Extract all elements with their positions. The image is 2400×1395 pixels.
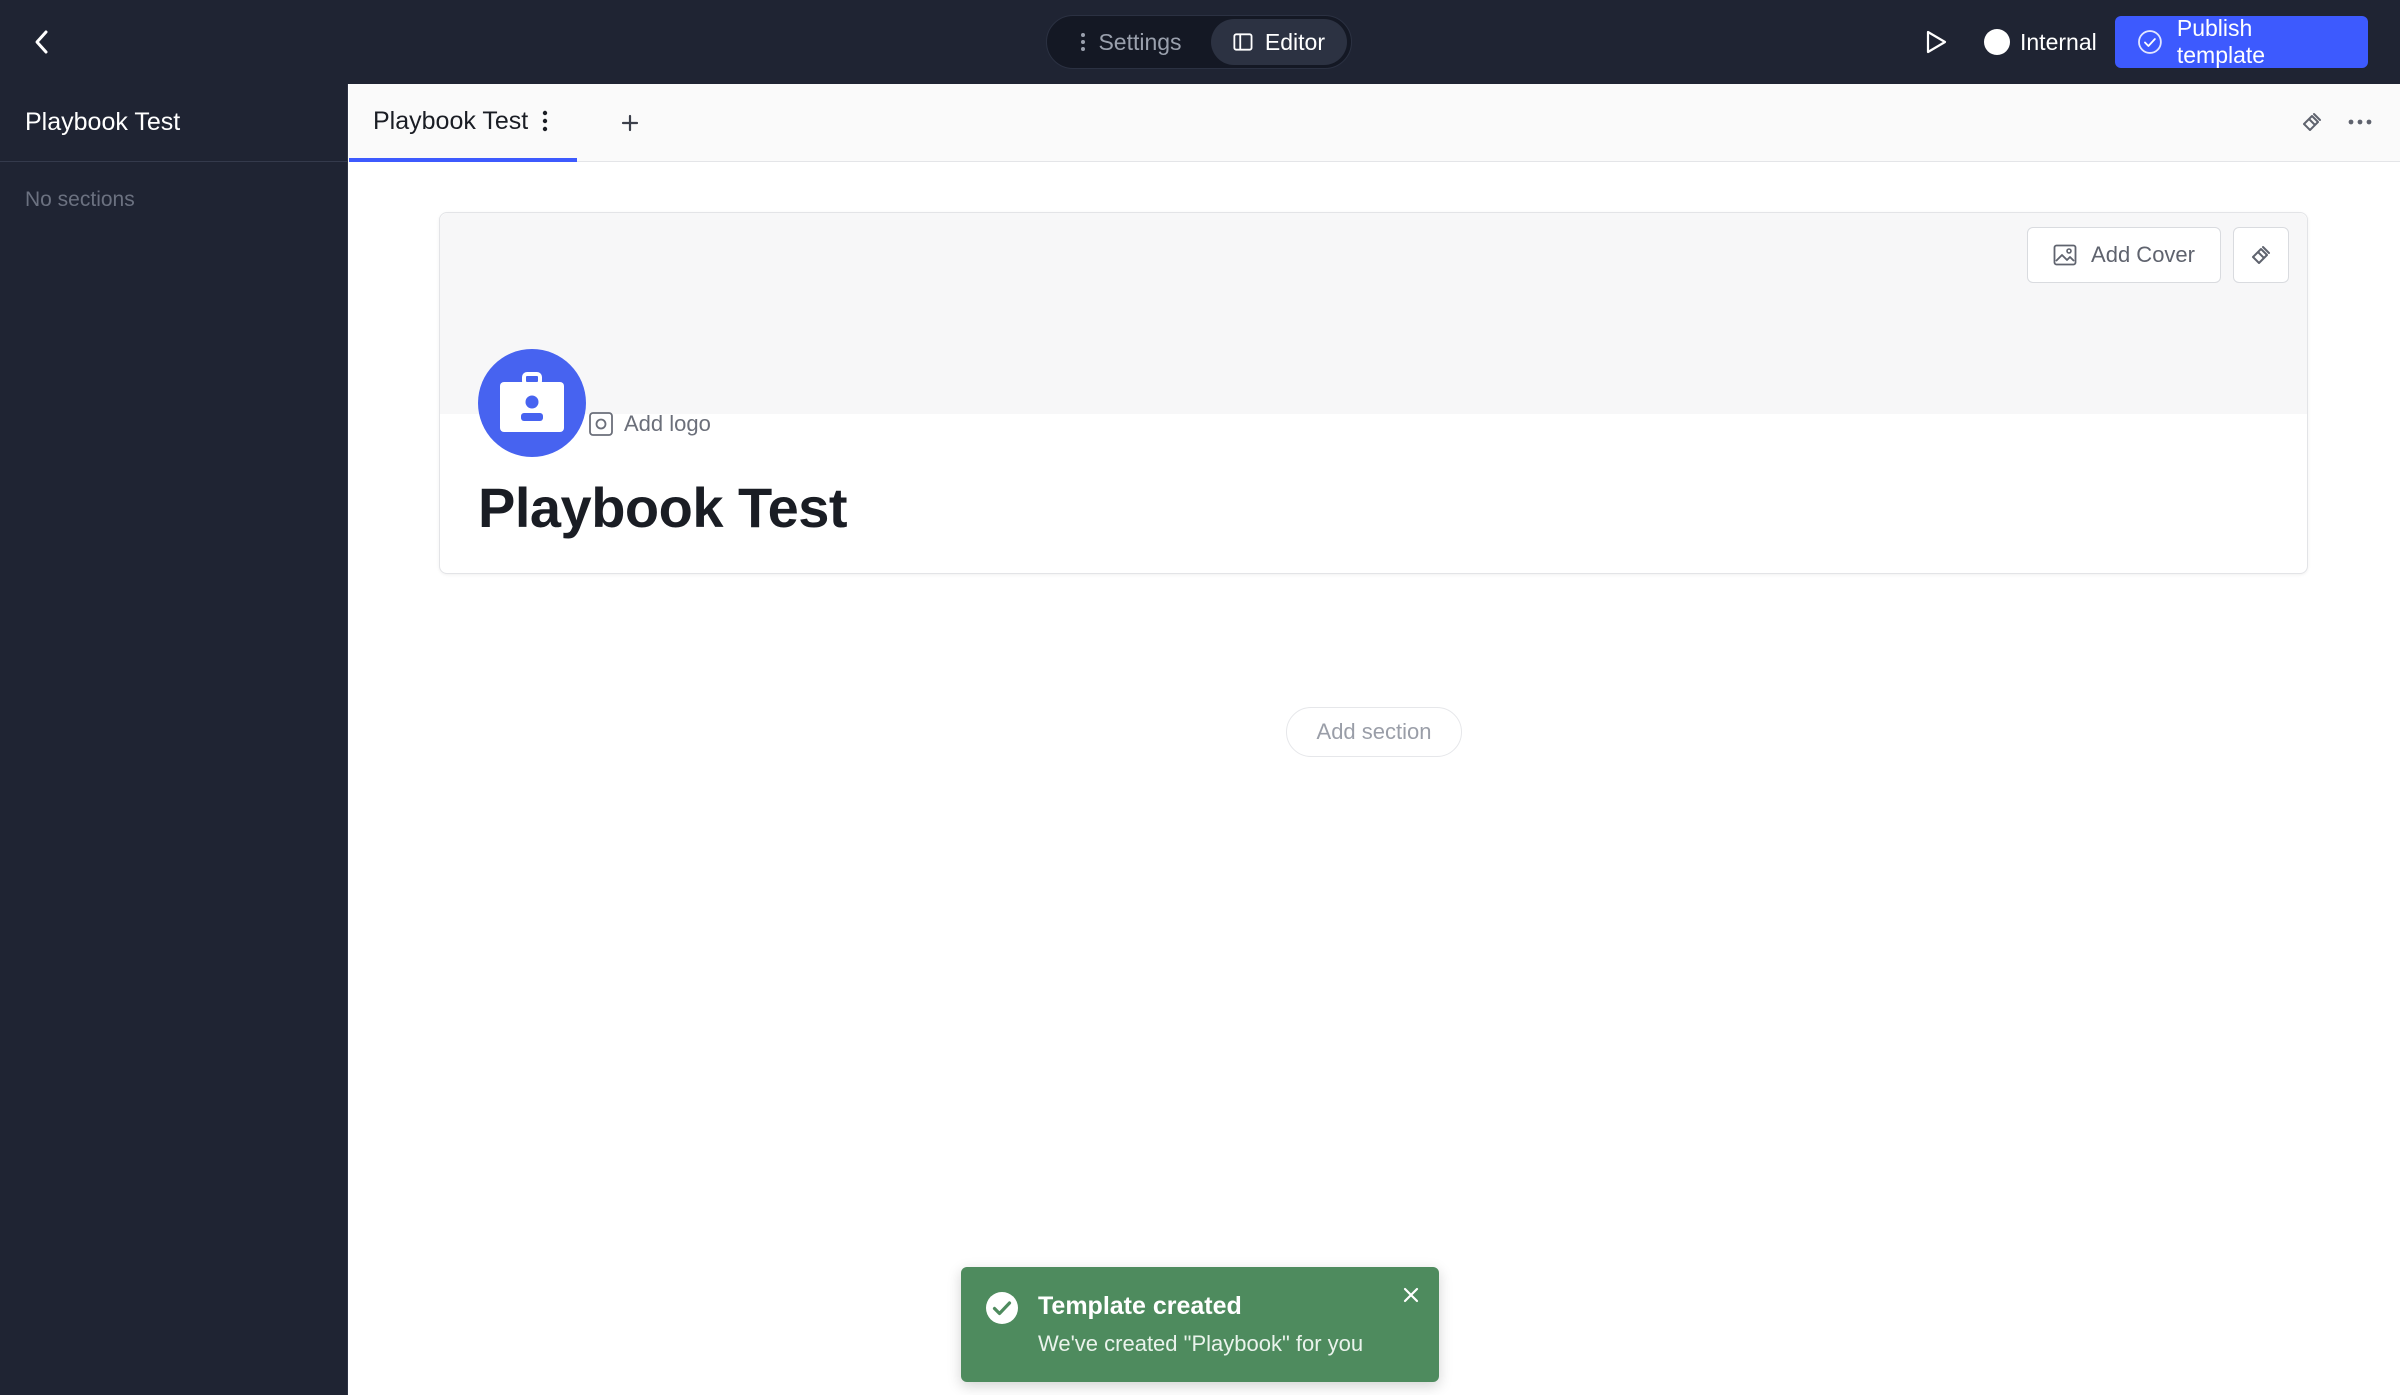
add-logo-label: Add logo bbox=[624, 411, 711, 436]
success-toast: Template created We've created "Playbook… bbox=[961, 1267, 1439, 1382]
mode-switcher: Settings Editor bbox=[1046, 15, 1352, 69]
preview-button[interactable] bbox=[1918, 24, 1954, 60]
tab-label: Playbook Test bbox=[373, 106, 529, 135]
top-bar: Settings Editor Internal Publish templat… bbox=[0, 0, 2400, 84]
sidebar-title[interactable]: Playbook Test bbox=[0, 84, 347, 162]
close-icon bbox=[1403, 1287, 1419, 1303]
publish-template-button[interactable]: Publish template bbox=[2115, 15, 2368, 68]
layout-icon bbox=[1233, 33, 1253, 51]
tab-playbook-test[interactable]: Playbook Test bbox=[349, 84, 577, 162]
editor-label: Editor bbox=[1264, 28, 1325, 55]
sidebar: Playbook Test No sections bbox=[0, 84, 348, 1395]
tab-menu-icon[interactable] bbox=[542, 110, 548, 132]
chevron-left-icon bbox=[35, 30, 48, 54]
style-button[interactable] bbox=[2294, 104, 2330, 140]
visibility-dot-icon bbox=[1984, 29, 2010, 55]
badge-icon bbox=[500, 372, 564, 432]
image-icon bbox=[589, 412, 613, 436]
add-logo-button[interactable]: Add logo bbox=[588, 407, 711, 441]
plus-icon bbox=[621, 114, 639, 132]
page-title[interactable]: Playbook Test bbox=[478, 475, 848, 540]
editor-tab[interactable]: Editor bbox=[1211, 19, 1347, 65]
logo[interactable] bbox=[478, 349, 586, 457]
add-tab-button[interactable] bbox=[611, 104, 649, 142]
tab-tools bbox=[2294, 104, 2378, 140]
check-circle-icon bbox=[2138, 30, 2162, 54]
settings-label: Settings bbox=[1098, 28, 1182, 55]
page-header-card: Add Cover Add logo Playbook Test bbox=[439, 212, 2308, 574]
more-horizontal-icon bbox=[2348, 119, 2372, 125]
toast-close-button[interactable] bbox=[1397, 1281, 1425, 1309]
toast-message: We've created "Playbook" for you bbox=[1038, 1331, 1364, 1356]
add-cover-label: Add Cover bbox=[2091, 242, 2195, 267]
visibility-toggle[interactable]: Internal bbox=[1984, 26, 2097, 58]
paint-brush-icon bbox=[2252, 246, 2270, 264]
visibility-label: Internal bbox=[2020, 28, 2097, 55]
image-icon bbox=[2053, 244, 2077, 266]
paint-brush-icon bbox=[2303, 113, 2321, 131]
no-sections-label: No sections bbox=[25, 188, 135, 211]
publish-label: Publish template bbox=[2176, 15, 2266, 68]
back-button[interactable] bbox=[22, 22, 62, 62]
add-cover-button[interactable]: Add Cover bbox=[2027, 227, 2221, 283]
add-section-button[interactable]: Add section bbox=[1286, 707, 1462, 757]
settings-tab[interactable]: Settings bbox=[1051, 19, 1211, 65]
more-vertical-icon bbox=[1081, 33, 1086, 51]
tab-bar: Playbook Test bbox=[349, 84, 2400, 162]
play-icon bbox=[1926, 30, 1947, 54]
check-circle-icon bbox=[986, 1292, 1018, 1324]
cover-style-button[interactable] bbox=[2233, 227, 2289, 283]
toast-title: Template created bbox=[1038, 1292, 1242, 1320]
more-options-button[interactable] bbox=[2342, 104, 2378, 140]
